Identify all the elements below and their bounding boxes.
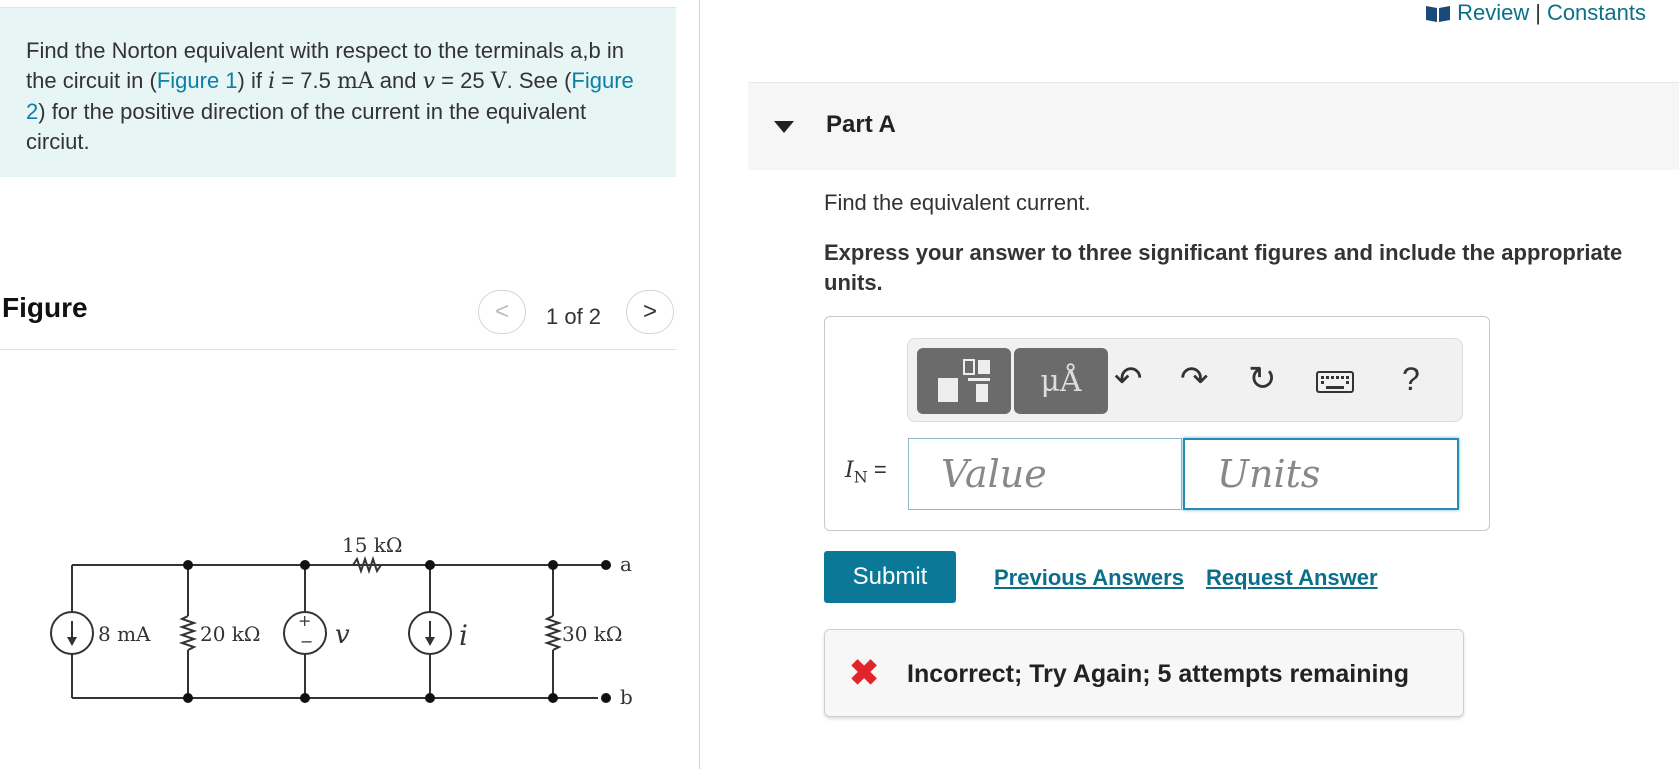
instruction-text: Express your answer to three significant… [824,240,1623,295]
help-button[interactable]: ? [1402,361,1420,398]
label-minus: − [300,632,313,651]
figure-title: Figure [2,292,88,323]
feedback-message: Incorrect; Try Again; 5 attempts remaini… [907,660,1409,688]
units-icon: μÅ [1040,363,1082,399]
problem-text: ) if [237,68,269,93]
math-toolbar: μÅ ↶ ↷ ↻ ? [907,338,1463,422]
label-plus: + [298,611,311,630]
submit-button[interactable]: Submit [824,551,956,603]
value-input[interactable] [908,438,1182,510]
units-button[interactable]: μÅ [1014,348,1108,414]
label-v: v [335,620,350,650]
label-15k: 15 kΩ [342,533,403,557]
undo-icon[interactable]: ↶ [1114,359,1143,399]
left-panel: Find the Norton equivalent with respect … [0,0,700,769]
problem-text: and [373,68,423,93]
problem-text: = 7.5 [275,68,337,93]
problem-statement: Find the Norton equivalent with respect … [0,7,676,177]
review-link[interactable]: Review [1457,0,1529,26]
problem-text: = 25 [435,68,491,93]
circuit-diagram: 8 mA 20 kΩ 15 kΩ + − v i 30 kΩ a b [50,533,633,709]
chevron-left-icon: < [494,298,509,325]
constants-link[interactable]: Constants [1547,0,1646,26]
label-8ma: 8 mA [98,622,151,646]
book-icon [1426,6,1451,22]
reset-icon[interactable]: ↻ [1248,359,1277,399]
figure-1-link[interactable]: Figure 1 [157,68,238,93]
top-links: Review | Constants [1425,0,1646,26]
units-input[interactable] [1183,438,1459,510]
feedback-box: ✖ Incorrect; Try Again; 5 attempts remai… [824,629,1464,717]
fraction-template-icon [938,359,990,402]
redo-icon[interactable]: ↷ [1180,359,1209,399]
keyboard-icon[interactable] [1316,371,1354,393]
question-text: Find the equivalent current. [824,190,1091,215]
var-I: I [845,458,854,483]
chevron-right-icon: > [642,298,657,325]
figure-header: Figure < 1 of 2 > [0,284,676,350]
answer-variable-label: IN = [845,457,887,486]
terminal-a: a [620,552,632,576]
next-figure-button[interactable]: > [626,290,674,334]
caret-down-icon [774,121,794,133]
part-title: Part A [826,111,896,138]
var-v: v [422,69,436,94]
templates-button[interactable] [917,348,1011,414]
link-separator: | [1535,0,1541,25]
label-i: i [459,619,468,652]
answer-box: μÅ ↶ ↷ ↻ ? IN = [824,316,1490,531]
label-30k: 30 kΩ [562,622,623,646]
right-panel: Review | Constants Part A Find the equiv… [700,0,1679,769]
terminal-b: b [620,685,633,709]
request-answer-link[interactable]: Request Answer [1206,565,1378,591]
equals-sign: = [867,457,887,482]
unit-v: V [490,69,507,94]
prev-figure-button[interactable]: < [478,290,526,334]
unit-ma: mA [336,69,374,94]
previous-answers-link[interactable]: Previous Answers [994,565,1184,591]
figure-pager: 1 of 2 [546,304,602,329]
error-x-icon: ✖ [849,652,880,693]
label-20k: 20 kΩ [200,622,261,646]
part-header[interactable]: Part A [748,82,1679,170]
var-sub-N: N [853,467,868,487]
problem-text: . See ( [506,68,572,93]
problem-text: ) for the positive direction of the curr… [26,99,587,154]
